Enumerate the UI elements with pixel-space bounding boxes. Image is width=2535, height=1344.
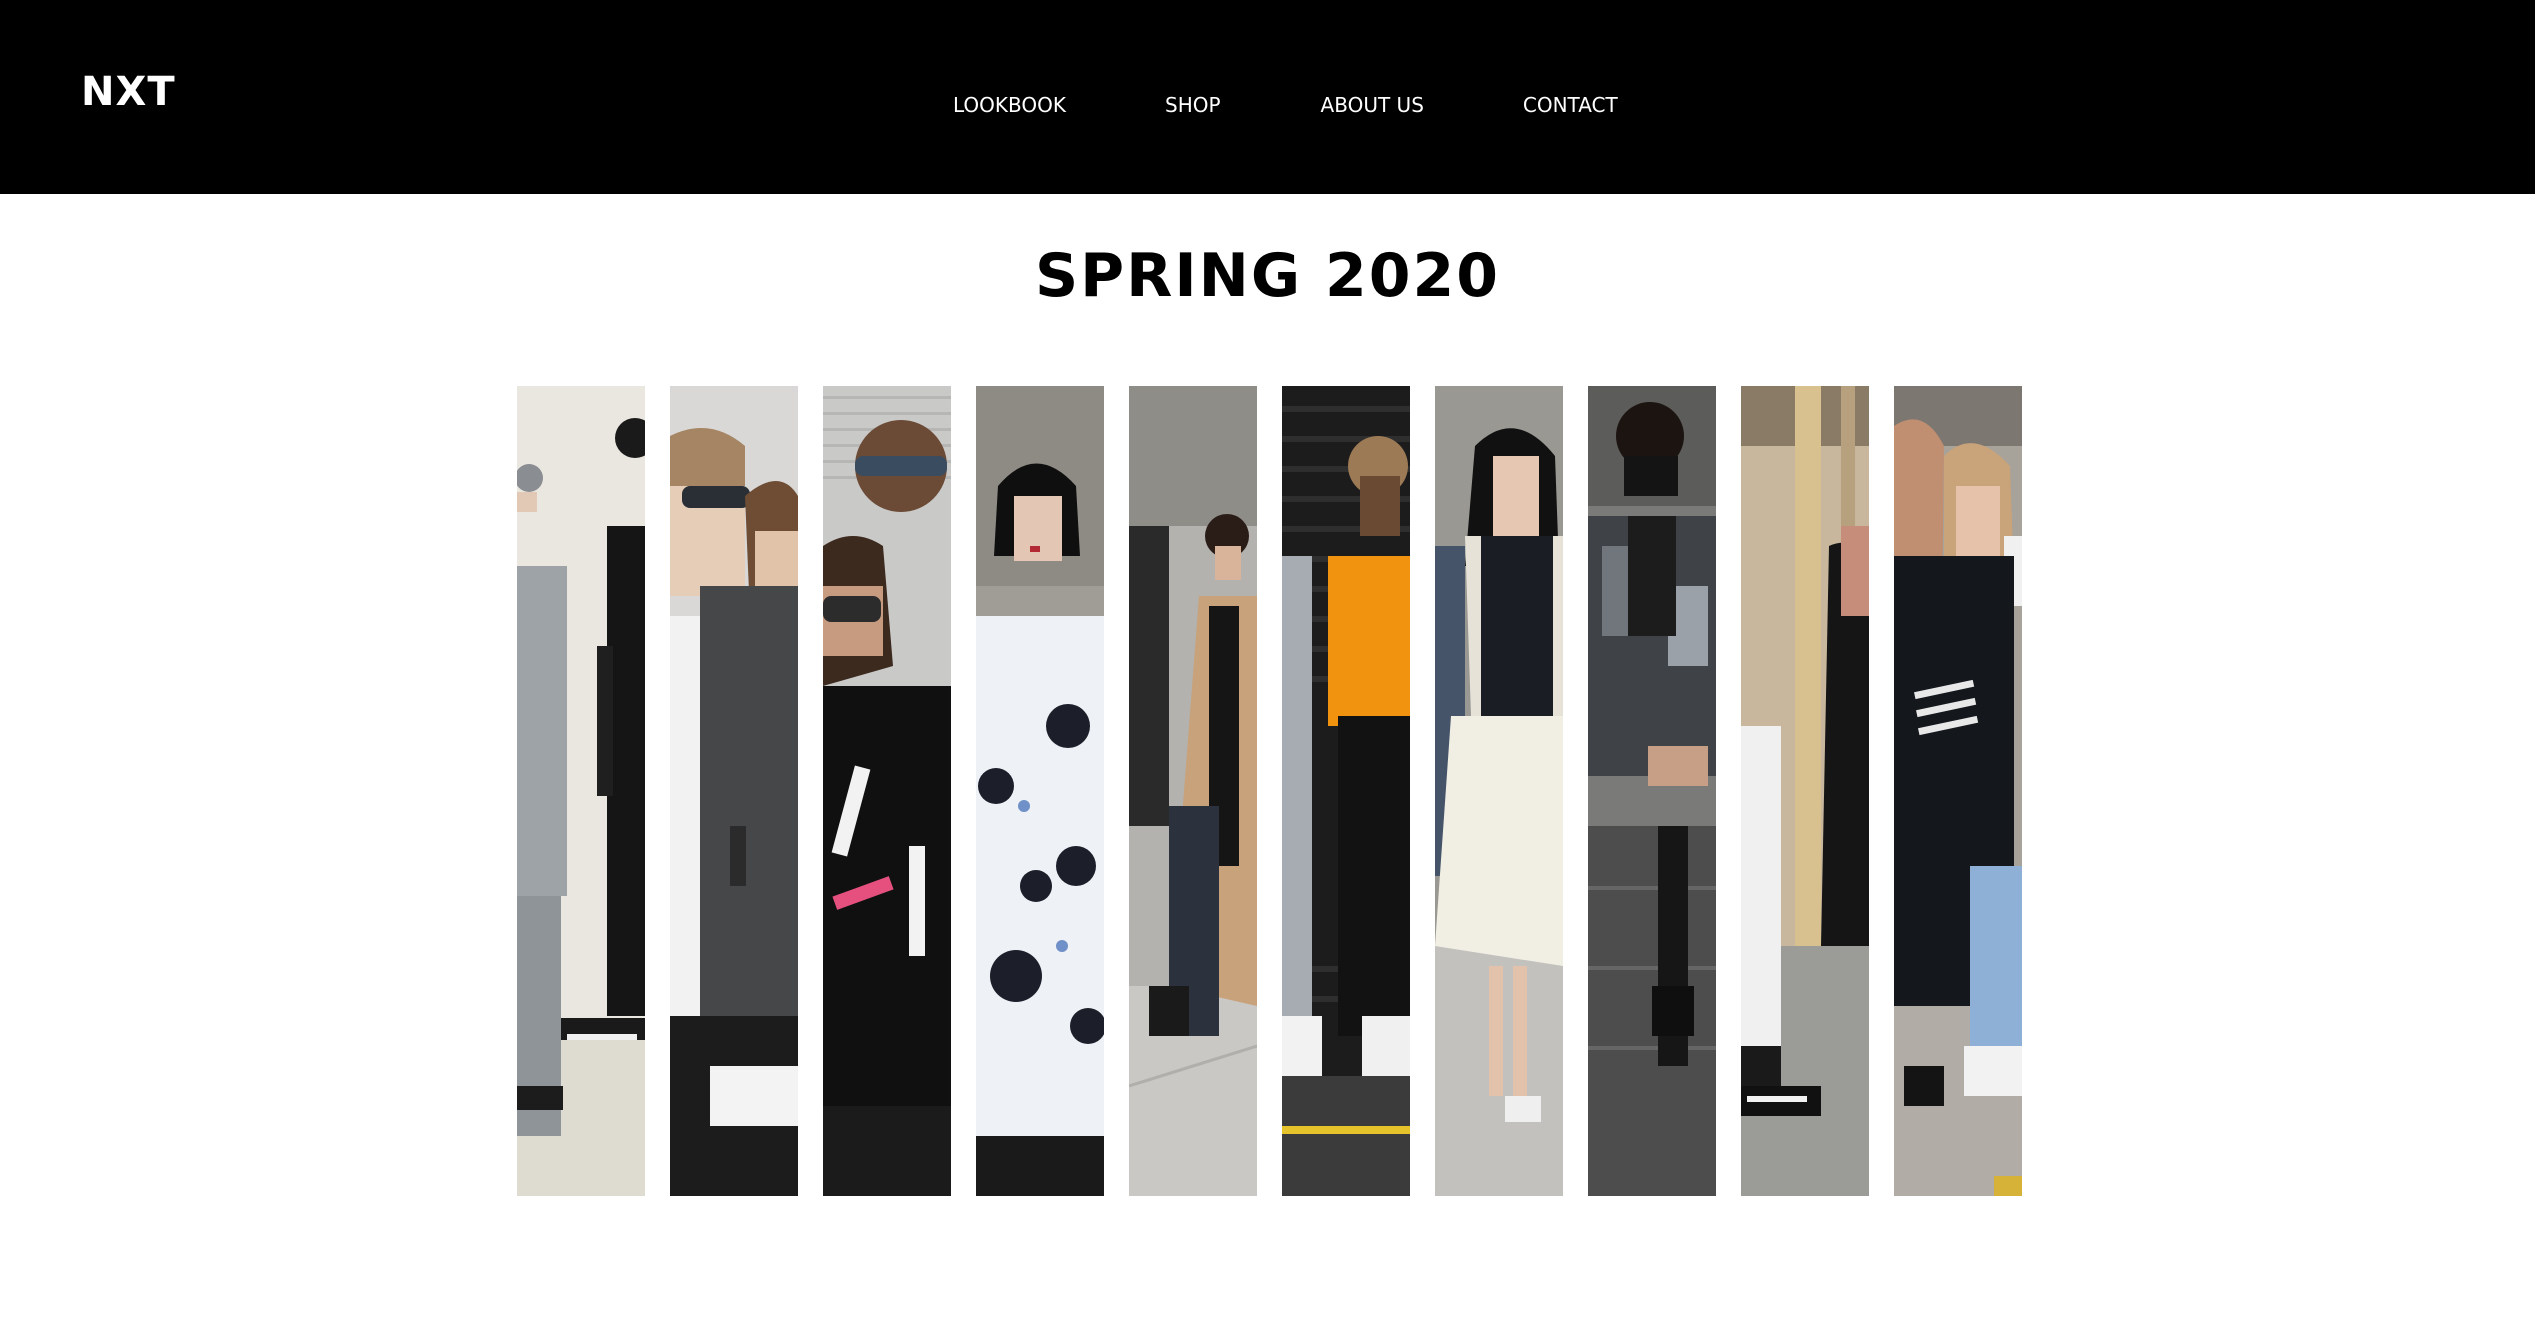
lookbook-photo-5[interactable] [1129,386,1257,1196]
lookbook-photo-2[interactable] [670,386,798,1196]
lookbook-photo-8[interactable] [1588,386,1716,1196]
lookbook-photo-9[interactable] [1741,386,1869,1196]
lookbook-gallery [517,386,2023,1196]
brand-logo[interactable]: NXT [81,64,176,120]
nav-link-about-us[interactable]: ABOUT US [1321,88,1424,122]
top-navbar: NXT LOOKBOOK SHOP ABOUT US CONTACT [0,0,2535,194]
lookbook-photo-4[interactable] [976,386,1104,1196]
lookbook-photo-6[interactable] [1282,386,1410,1196]
page-title: SPRING 2020 [1034,241,1501,311]
nav-link-shop[interactable]: SHOP [1165,88,1221,122]
lookbook-photo-7[interactable] [1435,386,1563,1196]
main-nav: LOOKBOOK SHOP ABOUT US CONTACT [953,88,1618,122]
lookbook-photo-10[interactable] [1894,386,2022,1196]
lookbook-photo-1[interactable] [517,386,645,1196]
nav-link-lookbook[interactable]: LOOKBOOK [953,88,1066,122]
nav-link-contact[interactable]: CONTACT [1523,88,1618,122]
lookbook-photo-3[interactable] [823,386,951,1196]
